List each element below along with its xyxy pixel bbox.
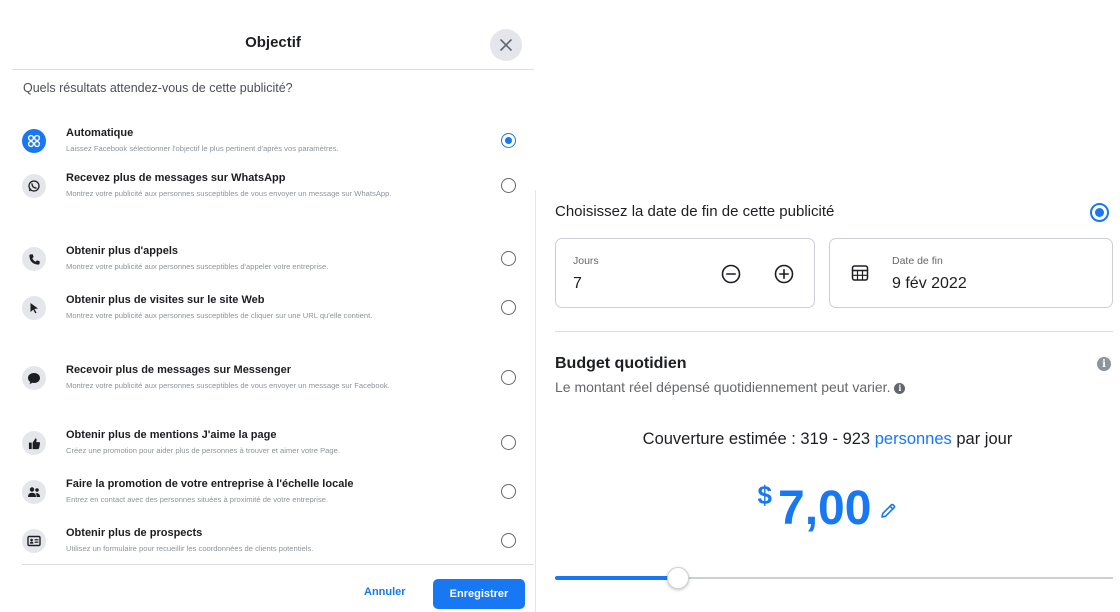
budget-slider[interactable] (555, 566, 1113, 590)
whatsapp-icon (22, 174, 46, 198)
cancel-button[interactable]: Annuler (364, 586, 406, 598)
close-icon (500, 39, 512, 51)
phone-icon (22, 247, 46, 271)
end-date-value: 9 fév 2022 (892, 275, 967, 292)
option-title: Obtenir plus de visites sur le site Web (66, 294, 265, 306)
slider-thumb[interactable] (667, 567, 689, 589)
end-date-label: Date de fin (892, 255, 943, 267)
option-radio[interactable] (501, 370, 516, 385)
objective-option-page-likes[interactable]: Obtenir plus de mentions J'aime la page … (12, 428, 534, 468)
objective-option-local-promotion[interactable]: Faire la promotion de votre entreprise à… (12, 477, 534, 517)
option-title: Recevez plus de messages sur WhatsApp (66, 172, 286, 184)
pencil-icon[interactable] (879, 502, 897, 520)
plus-circle-icon (774, 264, 794, 284)
option-radio[interactable] (501, 178, 516, 193)
budget-panel: Choisissez la date de fin de cette publi… (535, 0, 1120, 612)
option-description: Laissez Facebook sélectionner l'objectif… (66, 144, 339, 153)
budget-subtitle: Le montant réel dépensé quotidiennement … (555, 379, 906, 395)
budget-title: Budget quotidien (555, 355, 687, 372)
panel-divider (535, 190, 536, 612)
footer-divider (22, 564, 534, 565)
objective-option-website-visits[interactable]: Obtenir plus de visites sur le site Web … (12, 293, 534, 343)
increase-days-button[interactable] (773, 263, 795, 285)
option-description: Montrez votre publicité aux personnes su… (66, 311, 373, 320)
info-icon[interactable]: i (894, 382, 906, 394)
thumbs-up-icon (22, 431, 46, 455)
option-description: Montrez votre publicité aux personnes su… (66, 381, 390, 390)
option-title: Faire la promotion de votre entreprise à… (66, 478, 354, 490)
info-icon[interactable]: i (1097, 357, 1111, 371)
reach-people-link[interactable]: personnes (875, 430, 952, 448)
estimated-reach: Couverture estimée : 319 - 923 personnes… (535, 430, 1120, 449)
slider-fill (555, 576, 678, 580)
minus-circle-icon (721, 264, 741, 284)
option-radio[interactable] (501, 484, 516, 499)
option-radio[interactable] (501, 435, 516, 450)
option-title: Obtenir plus de mentions J'aime la page (66, 429, 277, 441)
section-divider (555, 331, 1113, 332)
days-value[interactable]: 7 (573, 275, 582, 293)
calendar-icon (851, 265, 869, 281)
daily-budget-amount: $7,00 (535, 480, 1120, 536)
save-button[interactable]: Enregistrer (433, 579, 525, 609)
objective-option-messenger[interactable]: Recevoir plus de messages sur Messenger … (12, 363, 534, 413)
option-radio[interactable] (501, 533, 516, 548)
chat-bubble-icon (22, 366, 46, 390)
objective-option-whatsapp[interactable]: Recevez plus de messages sur WhatsApp Mo… (12, 171, 534, 221)
currency-symbol: $ (757, 480, 773, 510)
option-description: Montrez votre publicité aux personnes su… (66, 189, 392, 198)
option-title: Obtenir plus de prospects (66, 527, 203, 539)
objective-question: Quels résultats attendez-vous de cette p… (23, 81, 293, 95)
option-description: Créez une promotion pour aider plus de p… (66, 446, 340, 455)
option-radio[interactable] (501, 251, 516, 266)
objective-option-leads[interactable]: Obtenir plus de prospects Utilisez un fo… (12, 526, 534, 566)
contact-card-icon (22, 529, 46, 553)
end-date-title: Choisissez la date de fin de cette publi… (555, 203, 835, 220)
reach-suffix: par jour (956, 430, 1013, 448)
end-date-picker[interactable]: Date de fin 9 fév 2022 (829, 238, 1113, 308)
end-date-radio[interactable] (1090, 203, 1109, 222)
budget-subtitle-text: Le montant réel dépensé quotidiennement … (555, 379, 891, 395)
close-button[interactable] (490, 29, 522, 61)
reach-prefix: Couverture estimée : 319 - 923 (642, 430, 871, 448)
cursor-icon (22, 296, 46, 320)
option-description: Montrez votre publicité aux personnes su… (66, 262, 329, 271)
grid-dots-icon (22, 129, 46, 153)
people-icon (22, 480, 46, 504)
option-title: Recevoir plus de messages sur Messenger (66, 364, 291, 376)
objective-option-automatic[interactable]: Automatique Laissez Facebook sélectionne… (12, 126, 534, 166)
days-label: Jours (573, 255, 599, 267)
option-title: Obtenir plus d'appels (66, 245, 179, 257)
option-radio[interactable] (501, 300, 516, 315)
objective-dialog: Objectif Quels résultats attendez-vous d… (12, 18, 534, 612)
amount-value[interactable]: 7,00 (778, 482, 871, 535)
option-title: Automatique (66, 127, 134, 139)
dialog-header: Objectif (12, 18, 534, 70)
objective-option-calls[interactable]: Obtenir plus d'appels Montrez votre publ… (12, 244, 534, 284)
option-description: Utilisez un formulaire pour recueillir l… (66, 544, 314, 553)
decrease-days-button[interactable] (720, 263, 742, 285)
option-radio[interactable] (501, 133, 516, 148)
option-description: Entrez en contact avec des personnes sit… (66, 495, 329, 504)
days-stepper: Jours 7 (555, 238, 815, 308)
dialog-title: Objectif (245, 34, 301, 51)
